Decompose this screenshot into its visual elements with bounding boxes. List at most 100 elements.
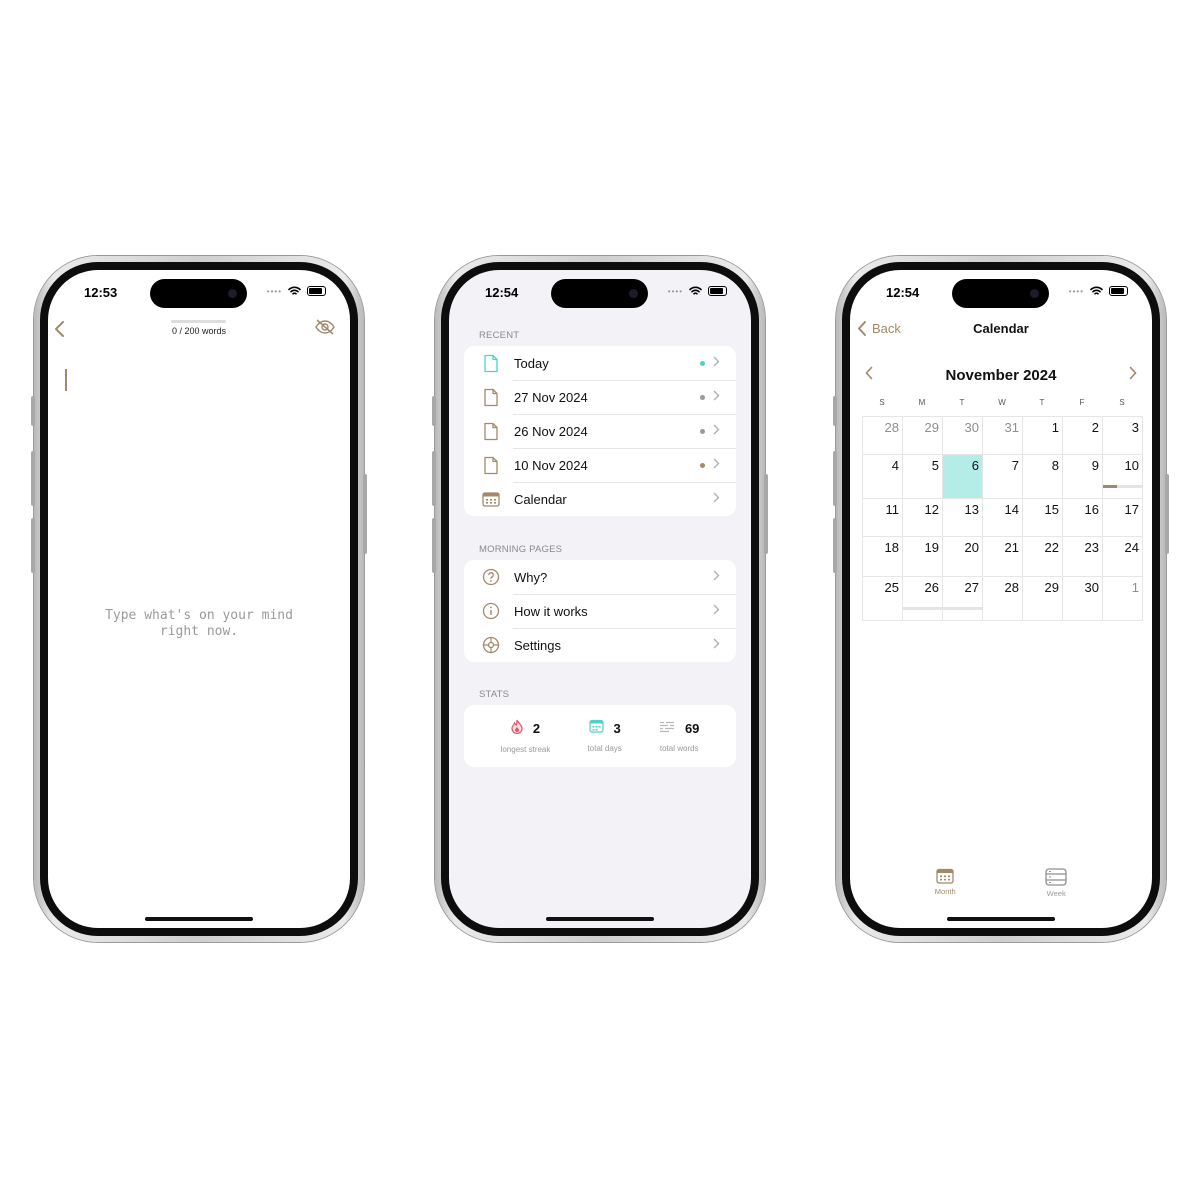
calendar-day[interactable]: 24 — [1103, 537, 1143, 577]
home-indicator[interactable] — [546, 917, 654, 921]
morning-pages-list: Why? How it works Settings — [464, 560, 736, 662]
stat-total-words: 69 total words — [659, 720, 700, 753]
calendar-day[interactable]: 1 — [1023, 417, 1063, 455]
calendar-icon — [480, 491, 502, 507]
eye-slash-icon — [315, 319, 335, 335]
day-number: 20 — [964, 540, 979, 555]
day-number: 24 — [1124, 540, 1139, 555]
info-circle-icon — [480, 602, 502, 620]
calendar-day[interactable]: 8 — [1023, 455, 1063, 499]
recent-item-27-nov[interactable]: 27 Nov 2024 — [464, 380, 736, 414]
calendar-day[interactable]: 15 — [1023, 499, 1063, 537]
chevron-right-icon — [713, 354, 720, 372]
calendar-day[interactable]: 31 — [983, 417, 1023, 455]
chevron-right-icon — [713, 490, 720, 508]
calendar-week: 25 26 27 28 29 30 1 — [863, 577, 1143, 621]
word-progress-bar — [943, 607, 982, 610]
action-button — [31, 396, 35, 426]
calendar-day[interactable]: 22 — [1023, 537, 1063, 577]
week-list-icon — [1045, 868, 1067, 886]
recent-item-26-nov[interactable]: 26 Nov 2024 — [464, 414, 736, 448]
calendar-day[interactable]: 19 — [903, 537, 943, 577]
home-indicator[interactable] — [947, 917, 1055, 921]
month-navigation: November 2024 — [864, 366, 1138, 385]
dynamic-island — [150, 279, 247, 308]
calendar-day[interactable]: 30 — [1063, 577, 1103, 621]
hide-text-button[interactable] — [314, 319, 336, 340]
calendar-day[interactable]: 25 — [863, 577, 903, 621]
calendar-day[interactable]: 14 — [983, 499, 1023, 537]
settings-row[interactable]: Settings — [464, 628, 736, 662]
calendar-day[interactable]: 12 — [903, 499, 943, 537]
calendar-day[interactable]: 10 — [1103, 455, 1143, 499]
weekday-label: F — [1079, 398, 1085, 407]
day-number: 9 — [1091, 458, 1099, 473]
day-number: 12 — [924, 502, 939, 517]
word-progress-bar — [171, 320, 226, 323]
calendar-day[interactable]: 3 — [1103, 417, 1143, 455]
day-number: 8 — [1051, 458, 1059, 473]
calendar-day[interactable]: 11 — [863, 499, 903, 537]
why-label: Why? — [514, 569, 548, 585]
calendar-day[interactable]: 26 — [903, 577, 943, 621]
calendar-day[interactable]: 21 — [983, 537, 1023, 577]
calendar-day-selected[interactable]: 6 — [943, 455, 983, 499]
side-button — [363, 474, 367, 554]
document-icon — [480, 422, 502, 441]
text-caret[interactable] — [65, 369, 67, 391]
stat-total-days: 3 total days — [588, 719, 622, 753]
battery-icon — [708, 286, 727, 296]
calendar-day[interactable]: 29 — [903, 417, 943, 455]
chevron-right-icon — [713, 422, 720, 440]
calendar-day[interactable]: 2 — [1063, 417, 1103, 455]
calendar-day[interactable]: 29 — [1023, 577, 1063, 621]
how-it-works-row[interactable]: How it works — [464, 594, 736, 628]
chevron-right-icon — [713, 388, 720, 406]
why-row[interactable]: Why? — [464, 560, 736, 594]
calendar-day[interactable]: 16 — [1063, 499, 1103, 537]
calendar-week: 4 5 6 7 8 9 10 — [863, 455, 1143, 499]
calendar-day[interactable]: 18 — [863, 537, 903, 577]
phone-calendar: 12:54 •••• Back Calendar November 2024 S… — [833, 256, 1169, 942]
home-indicator[interactable] — [145, 917, 253, 921]
recent-item-today[interactable]: Today — [464, 346, 736, 380]
calendar-day[interactable]: 4 — [863, 455, 903, 499]
calendar-day[interactable]: 5 — [903, 455, 943, 499]
calendar-day[interactable]: 1 — [1103, 577, 1143, 621]
recent-item-10-nov[interactable]: 10 Nov 2024 — [464, 448, 736, 482]
calendar-day[interactable]: 7 — [983, 455, 1023, 499]
editor-placeholder[interactable]: Type what's on your mind right now. — [88, 608, 310, 640]
chevron-left-icon — [865, 366, 873, 380]
calendar-day[interactable]: 13 — [943, 499, 983, 537]
tab-month[interactable]: Month — [935, 868, 956, 898]
previous-month-button[interactable] — [864, 366, 874, 385]
calendar-day[interactable]: 27 — [943, 577, 983, 621]
signal-dots-icon: •••• — [266, 286, 282, 296]
calendar-day[interactable]: 28 — [983, 577, 1023, 621]
tab-week[interactable]: Week — [1045, 868, 1067, 898]
calendar-day[interactable]: 9 — [1063, 455, 1103, 499]
day-number: 16 — [1084, 502, 1099, 517]
volume-up-button — [833, 451, 837, 506]
next-month-button[interactable] — [1128, 366, 1138, 385]
dynamic-island — [551, 279, 648, 308]
word-progress-bar — [903, 607, 942, 610]
calendar-day[interactable]: 17 — [1103, 499, 1143, 537]
day-number: 2 — [1091, 420, 1099, 435]
calendar-day[interactable]: 28 — [863, 417, 903, 455]
day-number: 28 — [884, 420, 899, 435]
weekday-label: S — [1119, 398, 1125, 407]
status-icons: •••• — [1069, 286, 1128, 296]
calendar-day[interactable]: 20 — [943, 537, 983, 577]
calendar-row[interactable]: Calendar — [464, 482, 736, 516]
day-number: 21 — [1004, 540, 1019, 555]
tab-label: Month — [934, 887, 956, 896]
word-progress-fill — [1103, 485, 1117, 488]
settings-label: Settings — [514, 637, 561, 653]
weekday-header: S M T W T F S — [862, 398, 1142, 407]
action-button — [432, 396, 436, 426]
calendar-day[interactable]: 23 — [1063, 537, 1103, 577]
chevron-right-icon — [713, 568, 720, 586]
editor-screen: 12:53 •••• 0 / 200 words Type what's on … — [48, 270, 350, 928]
calendar-day[interactable]: 30 — [943, 417, 983, 455]
